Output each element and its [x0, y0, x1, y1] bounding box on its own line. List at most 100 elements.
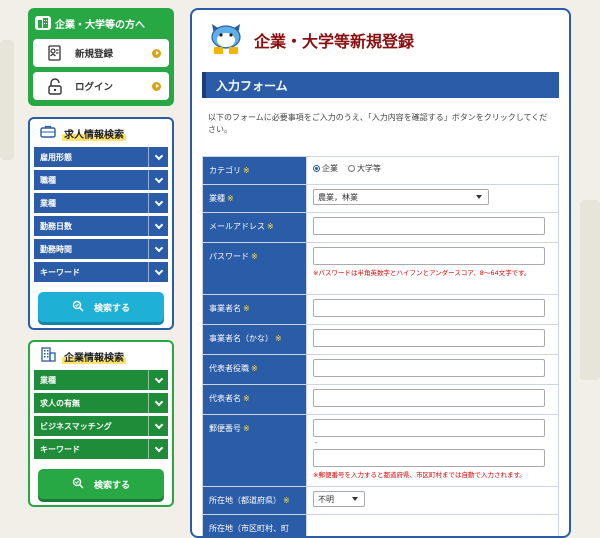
field-label: パスワード※	[203, 243, 307, 295]
company-search-button[interactable]: 検索する	[38, 469, 164, 499]
filter-label: 雇用形態	[40, 152, 148, 163]
required-mark: ※	[267, 222, 274, 231]
login-button[interactable]: ログイン	[33, 72, 169, 100]
chevron-down-icon	[148, 193, 168, 213]
chevron-down-icon	[148, 370, 168, 390]
filter-label: 勤務時間	[40, 244, 148, 255]
register-icon	[47, 45, 69, 61]
field-label: 事業者名※	[203, 295, 307, 325]
filter-label: 求人の有無	[40, 398, 148, 409]
dropdown-arrow-icon	[352, 497, 358, 501]
job-filter-keyword[interactable]: キーワード	[34, 262, 168, 282]
postal-code-field-2[interactable]	[313, 449, 545, 467]
form-row-industry: 業種※ 農業，林業	[203, 185, 559, 213]
company-search-heading: 企業情報検索	[34, 345, 168, 367]
form-row-password: パスワード※ ※パスワードは半角英数字とハイフンとアンダースコア、8〜64文字で…	[203, 243, 559, 295]
chevron-down-icon	[148, 147, 168, 167]
form-row-rep-title: 代表者役職※	[203, 355, 559, 385]
job-search-button[interactable]: 検索する	[38, 292, 164, 322]
job-filter-occupation[interactable]: 職種	[34, 170, 168, 190]
mascot-icon	[208, 21, 244, 59]
arrow-circle-icon	[152, 82, 161, 91]
company-filter-industry[interactable]: 業種	[34, 370, 168, 390]
lock-icon	[47, 78, 69, 95]
required-mark: ※	[243, 304, 250, 313]
background-decoration	[580, 200, 600, 380]
chevron-down-icon	[148, 170, 168, 190]
required-mark: ※	[243, 166, 250, 175]
prefecture-select[interactable]: 不明	[313, 491, 365, 507]
required-mark: ※	[275, 334, 282, 343]
register-label: 新規登録	[69, 46, 152, 60]
chevron-down-icon	[148, 262, 168, 282]
registration-form: カテゴリ※ 企業 大学等 業種※ 農業，林業 メールアドレス※ パスワード※ ※…	[202, 156, 559, 538]
category-radio-company[interactable]: 企業	[313, 163, 338, 174]
register-button[interactable]: 新規登録	[33, 39, 169, 67]
filter-label: 業種	[40, 198, 148, 209]
form-heading: 入力フォーム	[202, 72, 559, 98]
registration-main: 企業・大学等新規登録 入力フォーム 以下のフォームに必要事項をご入力のうえ、「入…	[190, 8, 571, 538]
building-icon	[40, 347, 56, 365]
job-filter-workhours[interactable]: 勤務時間	[34, 239, 168, 259]
email-field[interactable]	[313, 217, 545, 235]
job-search-button-label: 検索する	[94, 301, 130, 314]
field-label: 代表者名※	[203, 385, 307, 415]
job-search-panel: 求人情報検索 雇用形態 職種 業種 勤務日数 勤務時間 キーワード 検索する	[28, 117, 174, 330]
required-mark: ※	[251, 252, 258, 261]
required-mark: ※	[243, 424, 250, 433]
title-row: 企業・大学等新規登録	[202, 18, 559, 62]
form-row-prefecture: 所在地（都道府県）※ 不明	[203, 487, 559, 515]
company-kana-field[interactable]	[313, 329, 545, 347]
field-label: 事業者名（かな）※	[203, 325, 307, 355]
briefcase-icon	[40, 125, 56, 141]
required-mark: ※	[243, 394, 250, 403]
search-check-icon	[72, 300, 84, 315]
chevron-down-icon	[148, 393, 168, 413]
filter-label: キーワード	[40, 267, 148, 278]
filter-label: 勤務日数	[40, 221, 148, 232]
chevron-down-icon	[148, 216, 168, 236]
password-field[interactable]	[313, 247, 545, 265]
company-filter-keyword[interactable]: キーワード	[34, 439, 168, 459]
required-mark: ※	[227, 194, 234, 203]
page-title: 企業・大学等新規登録	[254, 28, 414, 52]
chevron-down-icon	[148, 439, 168, 459]
field-label: 業種※	[203, 185, 307, 213]
form-row-city: 所在地（市区町村、町	[203, 515, 559, 538]
password-note: ※パスワードは半角英数字とハイフンとアンダースコア、8〜64文字です。	[313, 269, 554, 278]
postal-separator: -	[315, 439, 554, 447]
company-filter-openings[interactable]: 求人の有無	[34, 393, 168, 413]
company-name-field[interactable]	[313, 299, 545, 317]
industry-select[interactable]: 農業，林業	[313, 189, 489, 205]
sidebar: 企業・大学等の方へ 新規登録 ログイン 求人情報検索 雇用形態 職種 業種 勤務…	[28, 8, 174, 507]
search-check-icon	[72, 477, 84, 492]
field-label: 所在地（都道府県）※	[203, 487, 307, 515]
company-filter-matching[interactable]: ビジネスマッチング	[34, 416, 168, 436]
rep-name-field[interactable]	[313, 389, 545, 407]
job-filter-workdays[interactable]: 勤務日数	[34, 216, 168, 236]
field-label: カテゴリ※	[203, 157, 307, 185]
account-panel: 企業・大学等の方へ 新規登録 ログイン	[28, 8, 174, 106]
rep-title-field[interactable]	[313, 359, 545, 377]
account-panel-heading: 企業・大学等の方へ	[33, 12, 169, 34]
company-search-panel: 企業情報検索 業種 求人の有無 ビジネスマッチング キーワード 検索する	[28, 340, 174, 507]
category-radio-university[interactable]: 大学等	[348, 163, 381, 174]
field-label: 郵便番号※	[203, 415, 307, 487]
field-label: 所在地（市区町村、町	[203, 515, 307, 538]
filter-label: 業種	[40, 375, 148, 386]
filter-label: キーワード	[40, 444, 148, 455]
job-filter-industry[interactable]: 業種	[34, 193, 168, 213]
background-decoration	[0, 40, 14, 160]
dropdown-arrow-icon	[476, 195, 482, 199]
postal-code-field[interactable]	[313, 419, 545, 437]
chevron-down-icon	[148, 416, 168, 436]
job-search-title: 求人情報検索	[62, 126, 126, 141]
form-intro: 以下のフォームに必要事項をご入力のうえ、「入力内容を確認する」ボタンをクリックし…	[202, 98, 559, 148]
company-search-title: 企業情報検索	[62, 349, 126, 364]
category-radio-group: 企業 大学等	[313, 163, 554, 174]
job-search-heading: 求人情報検索	[34, 122, 168, 144]
login-label: ログイン	[69, 79, 152, 93]
form-row-company-kana: 事業者名（かな）※	[203, 325, 559, 355]
arrow-circle-icon	[152, 49, 161, 58]
job-filter-employment[interactable]: 雇用形態	[34, 147, 168, 167]
